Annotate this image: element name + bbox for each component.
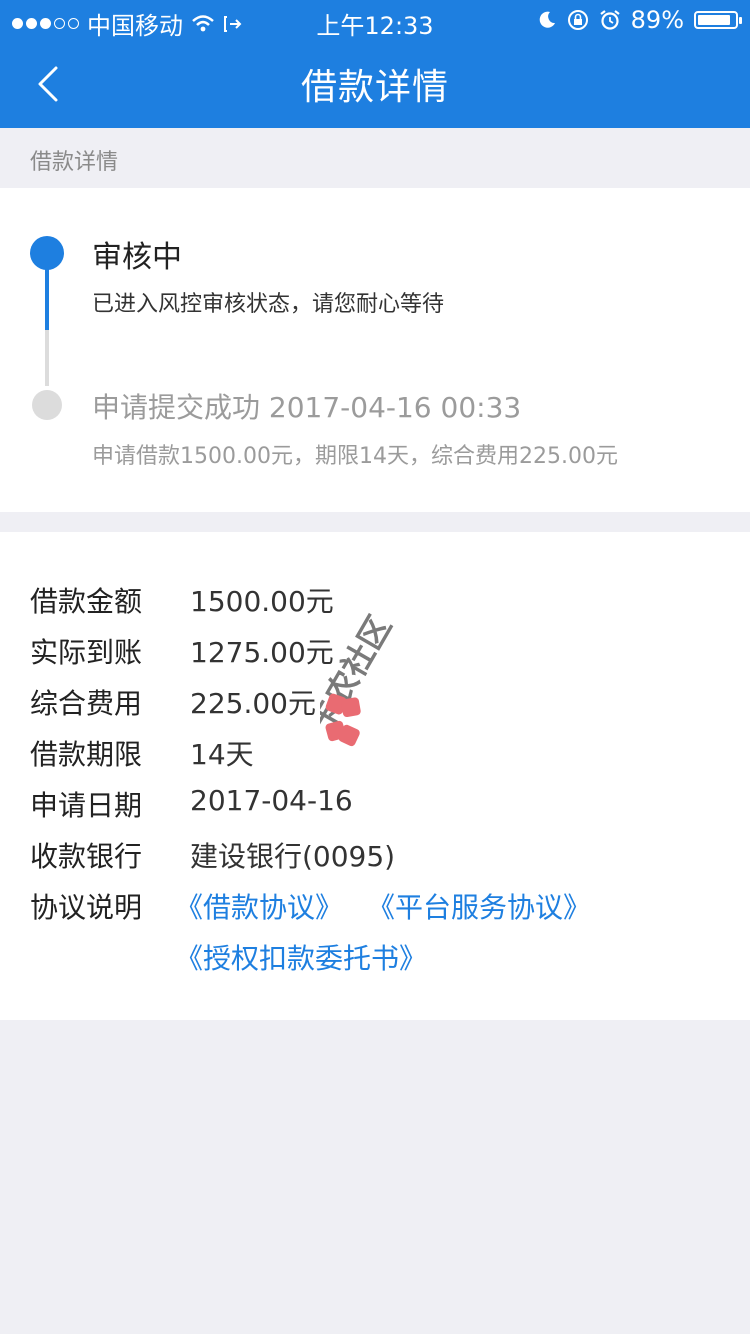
status-timeline-card: 审核中 已进入风控审核状态，请您耐心等待 申请提交成功 2017-04-16 0… — [0, 188, 750, 512]
battery-percent: 89% — [630, 6, 684, 34]
detail-label: 实际到账 — [30, 636, 143, 669]
watermark-logo: 卡农社区 — [320, 609, 399, 747]
detail-label: 综合费用 — [30, 687, 143, 720]
detail-value: 1275.00元 — [190, 636, 334, 669]
detail-value: 建设银行(0095) — [190, 840, 396, 873]
detail-value: 1500.00元 — [190, 585, 334, 618]
svg-text:卡农社区: 卡农社区 — [320, 609, 399, 739]
detail-value: 225.00元 — [190, 687, 316, 720]
status-bar: 中国移动 上午12:33 89% — [0, 0, 750, 40]
current-status-title: 审核中 — [92, 240, 182, 275]
detail-row-agreements: 协议说明 《借款协议》 《平台服务协议》 《授权扣款委托书》 — [30, 886, 720, 976]
battery-icon — [694, 11, 742, 29]
submitted-status-title: 申请提交成功 2017-04-16 00:33 — [92, 391, 522, 424]
submitted-status-description: 申请借款1500.00元，期限14天，综合费用225.00元 — [92, 444, 618, 469]
status-right: 89% — [537, 6, 742, 34]
orientation-lock-icon — [567, 10, 588, 30]
debit-authorization-link[interactable]: 《授权扣款委托书》 — [175, 937, 427, 977]
alarm-clock-icon — [599, 10, 620, 30]
section-header: 借款详情 — [0, 128, 750, 188]
moon-icon — [539, 11, 555, 28]
agreements-label: 协议说明 — [30, 891, 143, 924]
page-title: 借款详情 — [300, 67, 449, 108]
timeline-line-active — [45, 268, 49, 330]
section-header-label: 借款详情 — [30, 150, 119, 175]
detail-label: 借款金额 — [30, 585, 143, 618]
detail-label: 收款银行 — [30, 840, 143, 873]
nav-bar: 借款详情 — [0, 40, 750, 128]
detail-label: 借款期限 — [30, 738, 143, 771]
timeline-line-inactive — [45, 330, 49, 386]
current-status-description: 已进入风控审核状态，请您耐心等待 — [92, 292, 445, 317]
loan-agreement-link[interactable]: 《借款协议》 — [175, 886, 343, 926]
platform-service-agreement-link[interactable]: 《平台服务协议》 — [367, 886, 591, 926]
detail-value: 14天 — [190, 738, 254, 771]
detail-value: 2017-04-16 — [190, 784, 353, 817]
timeline-inactive-dot-icon — [32, 390, 62, 420]
detail-label: 申请日期 — [30, 789, 143, 822]
timeline-active-dot-icon — [30, 236, 64, 270]
